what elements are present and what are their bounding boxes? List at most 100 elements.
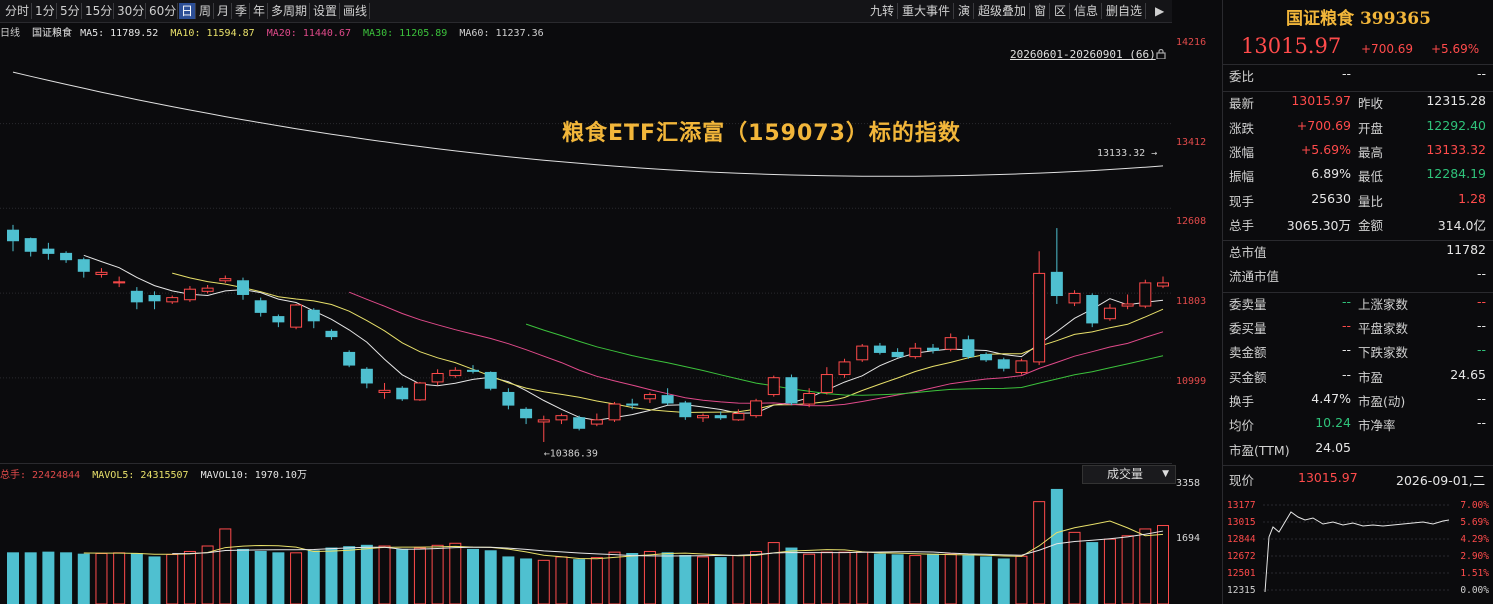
volume-bar (643, 550, 656, 604)
volume-bar (290, 552, 303, 604)
volume-bar (661, 552, 674, 604)
candle-body (1086, 295, 1099, 324)
volume-bar (24, 552, 37, 604)
toolbar-separator (195, 3, 196, 19)
candle-body (891, 351, 904, 358)
tool-button-5[interactable]: 区 (1052, 3, 1068, 19)
field-label: 现手 (1229, 193, 1255, 209)
volume-bar (891, 554, 904, 604)
candle-body (643, 394, 656, 400)
tool-button-0[interactable]: 九转 (868, 3, 896, 19)
toolbar-separator (339, 3, 340, 19)
candle-body (714, 415, 727, 419)
candle-body (360, 368, 373, 384)
period-tab-4[interactable]: 30分 (115, 3, 146, 19)
volume-bar (555, 556, 568, 604)
divider (1223, 64, 1493, 65)
volume-bar (219, 528, 232, 604)
mini-date: 2026-09-01,二 (1396, 473, 1486, 488)
volume-bar (343, 546, 356, 604)
kline-chart[interactable]: 13133.32 → ←10386.39 (0, 30, 1172, 462)
field-label: 下跌家数 (1358, 345, 1409, 361)
candle-body (590, 419, 603, 425)
quote-panel: 国证粮食 399365 13015.97 +700.69 +5.69% 委比 --… (1222, 0, 1493, 604)
candle-body (1015, 360, 1028, 373)
period-tab-5[interactable]: 60分 (147, 3, 178, 19)
field-value: -- (1341, 293, 1351, 309)
volume-bar (537, 559, 550, 604)
high-marker: 13133.32 → (1097, 148, 1157, 159)
tool-button-6[interactable]: 信息 (1072, 3, 1100, 19)
candle-body (431, 372, 444, 383)
candle-body (272, 316, 285, 323)
tool-button-7[interactable]: 删自选 (1104, 3, 1144, 19)
price-axis-label: 12608 (1176, 216, 1207, 227)
field-value: 10.24 (1315, 415, 1351, 431)
mini-chart-header: 现价 13015.97 2026-09-01,二 (1223, 470, 1493, 488)
period-tab-12[interactable]: 设置 (311, 3, 339, 19)
period-tab-9[interactable]: 季 (233, 3, 249, 19)
price-axis-label: 11803 (1176, 296, 1207, 307)
candle-body (1121, 303, 1134, 307)
period-tab-11[interactable]: 多周期 (269, 3, 309, 19)
candle-body (396, 387, 409, 400)
field-value: 11782 (1446, 242, 1486, 258)
intraday-mini-chart[interactable]: 13177 7.00% 13015 5.69% 12844 4.29% 12672 2.90%… (1223, 492, 1493, 604)
mini-left-axis-label: 12672 (1227, 551, 1256, 562)
candle-body (325, 330, 338, 338)
tool-button-1[interactable]: 重大事件 (900, 3, 952, 19)
field-value: -- (1341, 366, 1351, 382)
candle-body (113, 281, 126, 284)
field-value: -- (1476, 293, 1486, 309)
volume-bar (962, 555, 975, 604)
field-value: +700.69 (1296, 117, 1351, 133)
period-tab-1[interactable]: 1分 (33, 3, 57, 19)
toolbar-separator (56, 3, 57, 19)
field-label: 买金额 (1229, 369, 1267, 385)
tool-button-4[interactable]: 窗 (1032, 3, 1048, 19)
toolbar-separator (973, 3, 974, 19)
period-tab-3[interactable]: 15分 (83, 3, 114, 19)
candle-body (767, 377, 780, 396)
volume-bar (449, 542, 462, 604)
field-value: 3065.30万 (1286, 217, 1351, 233)
field-label: 振幅 (1229, 169, 1255, 185)
volume-bar (767, 542, 780, 604)
candle-body (254, 300, 267, 313)
candle-body (307, 309, 320, 322)
volume-bar (431, 544, 444, 604)
volume-bar (1033, 501, 1046, 604)
volume-bar (980, 556, 993, 604)
toolbar-separator (309, 3, 310, 19)
period-tab-8[interactable]: 月 (215, 3, 231, 19)
volume-bar (1121, 535, 1134, 604)
tool-button-3[interactable]: 超级叠加 (976, 3, 1028, 19)
period-tab-7[interactable]: 周 (197, 3, 213, 19)
field-value: 12315.28 (1426, 93, 1486, 109)
period-tab-6[interactable]: 日 (179, 3, 196, 19)
volume-bar (573, 559, 586, 604)
mini-label: 现价 (1229, 473, 1255, 488)
divider (1223, 240, 1493, 242)
candle-body (1139, 282, 1152, 307)
candle-body (856, 345, 869, 361)
candle-body (750, 400, 763, 417)
candle-body (873, 345, 886, 353)
volume-bar (856, 551, 869, 604)
volume-bar (909, 555, 922, 604)
tool-button-2[interactable]: 演 (956, 3, 972, 19)
divider (0, 463, 1172, 464)
candle-body (449, 369, 462, 377)
volume-legend: 总手: 22424844 MAVOL5: 24315507 MAVOL10: 1… (0, 466, 307, 481)
volume-bar (484, 550, 497, 604)
period-tab-10[interactable]: 年 (251, 3, 267, 19)
period-tab-0[interactable]: 分时 (3, 3, 31, 19)
period-tab-2[interactable]: 5分 (58, 3, 82, 19)
volume-chart[interactable] (0, 482, 1172, 604)
field-label: 最新 (1229, 96, 1255, 112)
collapse-panel-icon[interactable]: ▶ (1153, 3, 1166, 19)
candle-body (697, 415, 709, 419)
field-label: 昨收 (1358, 96, 1384, 112)
field-value: +5.69% (1300, 141, 1351, 157)
period-tab-13[interactable]: 画线 (341, 3, 369, 19)
